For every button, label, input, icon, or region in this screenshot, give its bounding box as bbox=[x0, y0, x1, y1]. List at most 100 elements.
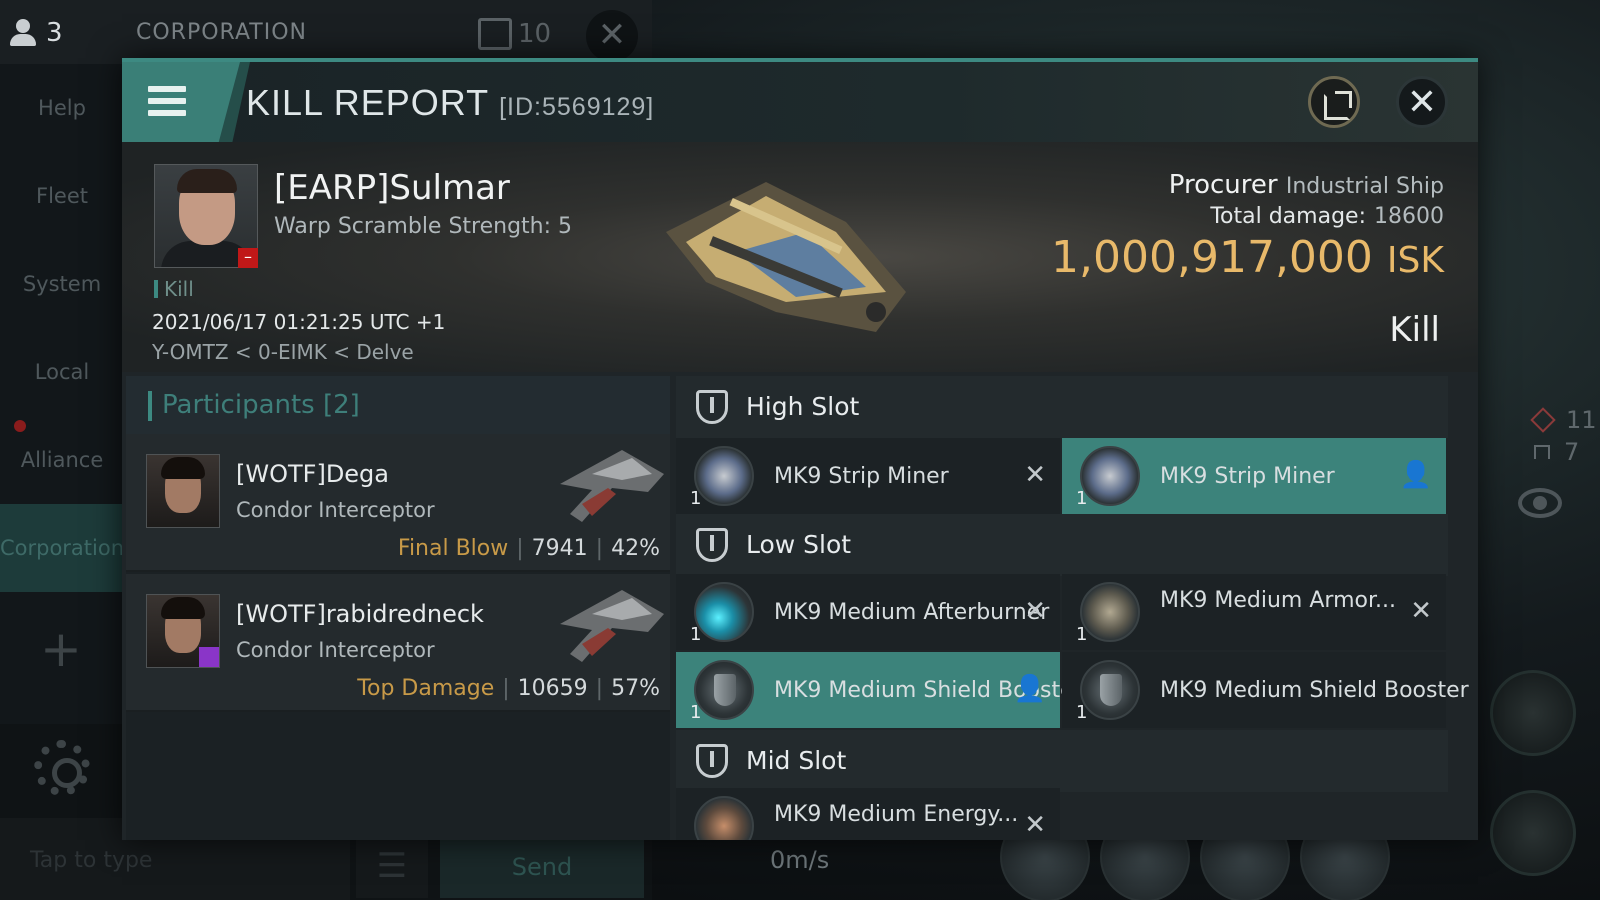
module-name: MK9 Strip Miner bbox=[774, 464, 949, 489]
chat-close-button[interactable]: ✕ bbox=[586, 10, 638, 62]
module-quantity: 1 bbox=[690, 838, 701, 840]
participants-panel: Participants [2] [WOTF]Dega Condor Inter… bbox=[126, 376, 670, 840]
participant-stats: Final Blow | 7941 | 42% bbox=[397, 536, 660, 561]
destroyed-icon: ✕ bbox=[1024, 596, 1046, 626]
warp-scramble-strength: Warp Scramble Strength: 5 bbox=[274, 214, 573, 239]
isk-amount: 1,000,917,000 bbox=[1051, 232, 1373, 283]
chat-unread[interactable]: 10 bbox=[478, 18, 551, 50]
hostile-icon bbox=[1530, 407, 1556, 433]
hud-module-slot[interactable] bbox=[1490, 670, 1576, 756]
module-item[interactable]: 1 MK9 Medium Energy... ✕ bbox=[676, 788, 1060, 840]
kill-report-titlebar: KILL REPORT [ID:5569129] ✕ bbox=[122, 62, 1478, 142]
participant-row[interactable]: [WOTF]rabidredneck Condor Interceptor To… bbox=[126, 574, 670, 712]
hostile-count[interactable]: 11 bbox=[1530, 404, 1600, 436]
kill-report-id: [ID:5569129] bbox=[499, 93, 655, 121]
ship-render-image bbox=[666, 182, 906, 332]
chat-header: 3 CORPORATION 10 ✕ bbox=[0, 0, 652, 64]
module-quantity: 1 bbox=[690, 488, 702, 509]
ship-class: Industrial Ship bbox=[1285, 174, 1444, 199]
victim-name[interactable]: [EARP]Sulmar bbox=[274, 168, 510, 208]
channel-tab-fleet[interactable]: Fleet bbox=[0, 152, 124, 240]
participant-ship: Condor Interceptor bbox=[236, 498, 435, 522]
mid-slot-header: Mid Slot bbox=[676, 730, 1448, 792]
channel-tab-local[interactable]: Local bbox=[0, 328, 124, 416]
channel-tab-corporation[interactable]: Corporation bbox=[0, 504, 124, 592]
module-name: MK9 Medium Shield Booster bbox=[1160, 678, 1469, 703]
member-count-value: 3 bbox=[46, 18, 63, 48]
chat-bubble-icon bbox=[478, 18, 512, 50]
kill-report-title-text: KILL REPORT bbox=[246, 82, 490, 123]
eye-icon[interactable] bbox=[1518, 488, 1562, 518]
fitting-panel: High Slot 1 MK9 Strip Miner ✕ 1 MK9 Stri… bbox=[676, 376, 1469, 840]
participant-ship: Condor Interceptor bbox=[236, 638, 435, 662]
module-quantity: 1 bbox=[690, 702, 702, 723]
high-slot-label: High Slot bbox=[746, 392, 860, 421]
neutral-count[interactable]: 7 bbox=[1534, 436, 1600, 468]
high-slot-header: High Slot bbox=[676, 376, 1448, 438]
high-slot-icon bbox=[696, 390, 728, 424]
send-button[interactable]: Send bbox=[440, 838, 644, 898]
participants-header: Participants [2] bbox=[126, 376, 670, 434]
afterburner-icon bbox=[694, 582, 754, 642]
kill-timestamp: 2021/06/17 01:21:25 UTC +1 bbox=[152, 310, 446, 334]
chat-unread-value: 10 bbox=[518, 19, 552, 49]
share-icon[interactable] bbox=[1308, 76, 1360, 128]
dropped-person-icon: 👤 bbox=[1013, 674, 1046, 704]
participant-row[interactable]: [WOTF]Dega Condor Interceptor Final Blow… bbox=[126, 434, 670, 572]
hud-module-slot[interactable] bbox=[1490, 790, 1576, 876]
ship-name-text: Procurer bbox=[1168, 170, 1278, 200]
total-damage-value: 18600 bbox=[1374, 204, 1444, 229]
add-channel-icon[interactable]: + bbox=[40, 620, 82, 678]
kill-result: Kill bbox=[1389, 310, 1440, 350]
shield-booster-icon bbox=[1080, 660, 1140, 720]
channel-tab-system[interactable]: System bbox=[0, 240, 124, 328]
participant-ship-image bbox=[560, 590, 664, 662]
alliance-notification-dot bbox=[14, 420, 26, 432]
kill-tag: Kill bbox=[154, 279, 194, 299]
kill-report-title: KILL REPORT [ID:5569129] bbox=[246, 82, 654, 124]
mid-slot-icon bbox=[696, 744, 728, 778]
module-quantity: 1 bbox=[690, 624, 702, 645]
isk-value: 1,000,917,000 ISK bbox=[1051, 232, 1444, 283]
channel-tab-help[interactable]: Help bbox=[0, 64, 124, 152]
module-item[interactable]: 1 MK9 Medium Armor... ✕ bbox=[1062, 574, 1446, 650]
member-count[interactable]: 3 bbox=[10, 18, 63, 48]
kill-report-window: KILL REPORT [ID:5569129] ✕ – [EARP]Sulmar… bbox=[122, 58, 1478, 840]
close-button[interactable]: ✕ bbox=[1396, 76, 1448, 128]
module-item[interactable]: 1 MK9 Medium Shield Booster bbox=[1062, 652, 1469, 728]
participant-percent: 57% bbox=[611, 676, 660, 701]
low-slot-header: Low Slot bbox=[676, 514, 1448, 576]
participant-percent: 42% bbox=[611, 536, 660, 561]
shield-booster-icon bbox=[694, 660, 754, 720]
destroyed-icon: ✕ bbox=[1024, 460, 1046, 490]
top-damage-tag: Top Damage bbox=[357, 676, 495, 701]
settings-gear-icon[interactable] bbox=[34, 740, 90, 796]
chat-title: CORPORATION bbox=[136, 20, 307, 45]
destroyed-icon: ✕ bbox=[1024, 810, 1046, 840]
module-name: MK9 Medium Energy... bbox=[774, 802, 1019, 827]
module-item[interactable]: 1 MK9 Medium Afterburner ✕ bbox=[676, 574, 1060, 650]
total-damage-label: Total damage: bbox=[1210, 204, 1366, 229]
module-name: MK9 Medium Afterburner bbox=[774, 600, 1050, 625]
hud-counters: 11 7 bbox=[1530, 404, 1600, 468]
module-item[interactable]: 1 MK9 Strip Miner 👤 bbox=[1062, 438, 1446, 514]
participant-badge bbox=[199, 647, 219, 667]
kill-location[interactable]: Y-OMTZ < 0-EIMK < Delve bbox=[152, 340, 414, 364]
participant-name: [WOTF]Dega bbox=[236, 460, 389, 488]
destroyed-icon: ✕ bbox=[1410, 596, 1432, 626]
hostile-count-value: 11 bbox=[1566, 406, 1597, 434]
chat-menu-button[interactable]: ☰ bbox=[356, 838, 428, 898]
module-quantity: 1 bbox=[1076, 702, 1088, 723]
ship-name[interactable]: Procurer Industrial Ship bbox=[1169, 170, 1444, 200]
total-damage: Total damage: 18600 bbox=[1210, 204, 1444, 229]
armor-repairer-icon bbox=[1080, 582, 1140, 642]
module-item[interactable]: 1 MK9 Medium Shield Booster 👤 bbox=[676, 652, 1083, 728]
speed-readout: 0m/s bbox=[770, 846, 830, 874]
participants-count: [2] bbox=[323, 390, 360, 420]
participant-damage: 7941 bbox=[531, 536, 588, 561]
participant-avatar[interactable] bbox=[146, 454, 220, 528]
hamburger-icon bbox=[148, 86, 186, 122]
module-item[interactable]: 1 MK9 Strip Miner ✕ bbox=[676, 438, 1060, 514]
module-name: MK9 Medium Armor... bbox=[1160, 588, 1396, 613]
participant-avatar[interactable] bbox=[146, 594, 220, 668]
